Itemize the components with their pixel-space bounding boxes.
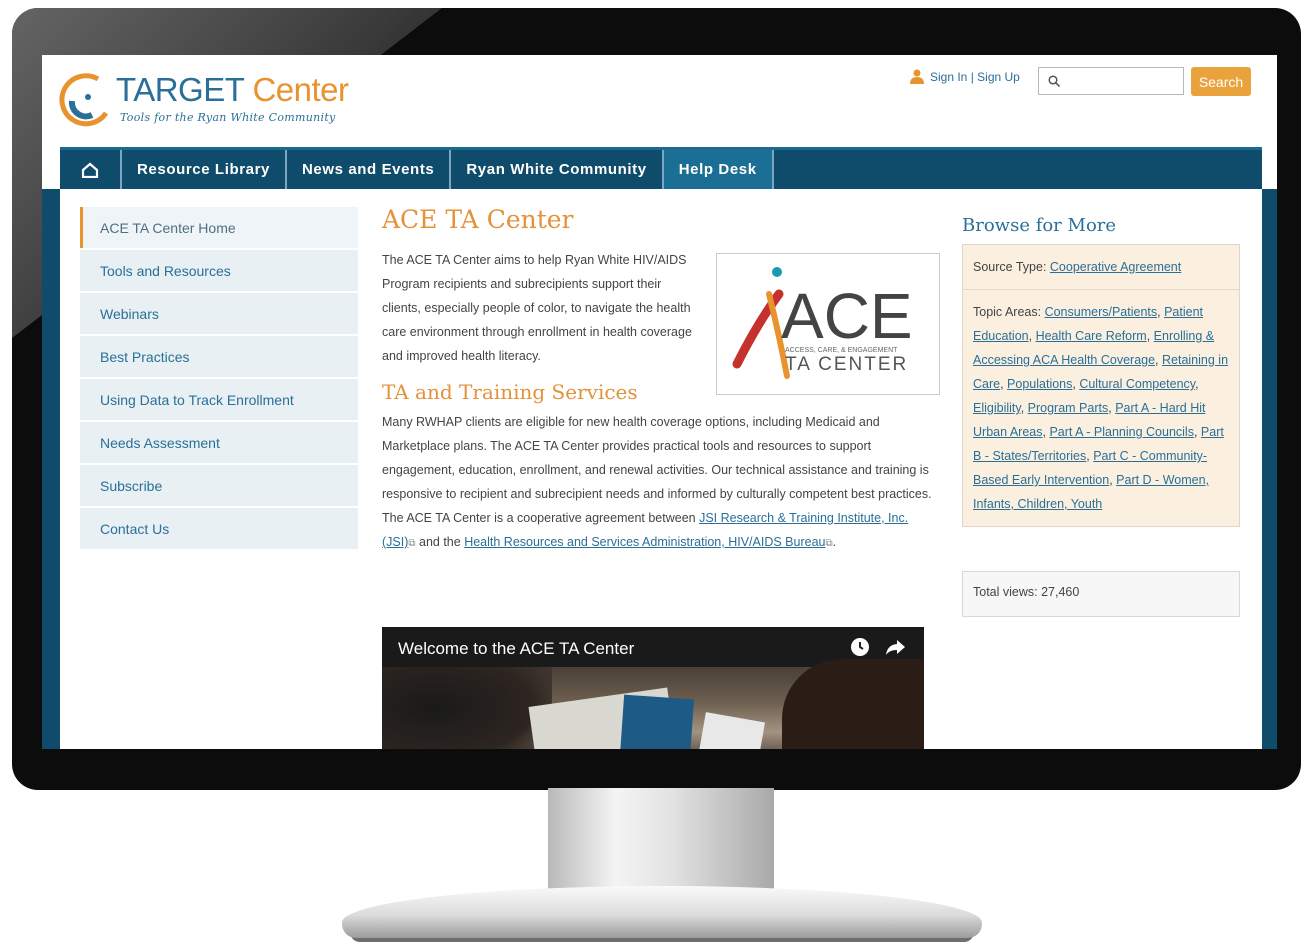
body-text-part3: . <box>832 535 837 549</box>
site-header: TARGET Center Tools for the Ryan White C… <box>42 55 1277 147</box>
sidebar-item-using-data[interactable]: Using Data to Track Enrollment <box>80 379 358 420</box>
search-button[interactable]: Search <box>1191 67 1251 96</box>
logo-title-target: TARGET <box>116 71 244 108</box>
browse-box: Source Type: Cooperative Agreement Topic… <box>962 244 1240 527</box>
monitor-frame: TARGET Center Tools for the Ryan White C… <box>12 8 1301 790</box>
topic-areas-row: Topic Areas: Consumers/Patients, Patient… <box>963 289 1239 526</box>
ace-logo-image: ACE ACCESS, CARE, & ENGAGEMENT TA CENTER <box>732 267 913 379</box>
source-type-link[interactable]: Cooperative Agreement <box>1050 260 1181 274</box>
nav-resource-library[interactable]: Resource Library <box>122 150 287 189</box>
ace-logo-wordmark: ACE <box>781 280 913 352</box>
search-field[interactable] <box>1038 67 1184 95</box>
ace-ta-center-logo: ACE ACCESS, CARE, & ENGAGEMENT TA CENTER <box>716 253 940 395</box>
sidebar-item-ace-home[interactable]: ACE TA Center Home <box>80 207 358 248</box>
page-title: ACE TA Center <box>382 205 574 234</box>
body-text-part1: Many RWHAP clients are eligible for new … <box>382 415 932 525</box>
sidebar-item-needs-assessment[interactable]: Needs Assessment <box>80 422 358 463</box>
target-logo-icon <box>59 73 109 127</box>
sidebar-item-tools[interactable]: Tools and Resources <box>80 250 358 291</box>
right-frame-bar <box>1262 189 1277 749</box>
sidebar-item-webinars[interactable]: Webinars <box>80 293 358 334</box>
target-center-logo[interactable]: TARGET Center Tools for the Ryan White C… <box>58 67 378 133</box>
intro-paragraph: The ACE TA Center aims to help Ryan Whit… <box>382 253 692 363</box>
welcome-video-player[interactable]: Welcome to the ACE TA Center <box>382 627 924 749</box>
user-icon <box>910 69 924 84</box>
topic-link[interactable]: Cultural Competency <box>1079 377 1195 391</box>
logo-tagline: Tools for the Ryan White Community <box>120 111 336 124</box>
external-link-icon: ⧉ <box>408 538 416 549</box>
topic-link[interactable]: Populations <box>1007 377 1072 391</box>
nav-news-and-events[interactable]: News and Events <box>287 150 452 189</box>
main-content: ACE TA Center The ACE TA Center aims to … <box>382 205 942 749</box>
logo-title-center: Center <box>252 71 349 108</box>
topic-link[interactable]: Health Care Reform <box>1036 329 1147 343</box>
ta-training-paragraph: Many RWHAP clients are eligible for new … <box>382 410 942 556</box>
video-person-right <box>782 659 924 749</box>
ace-logo-ta-center: TA CENTER <box>785 354 908 375</box>
nav-home[interactable] <box>60 150 122 189</box>
share-icon[interactable] <box>884 637 906 657</box>
browser-screen: TARGET Center Tools for the Ryan White C… <box>42 55 1277 749</box>
hrsa-link[interactable]: Health Resources and Services Administra… <box>464 535 825 549</box>
body-text-part2: and the <box>415 535 465 549</box>
nav-help-desk[interactable]: Help Desk <box>663 150 774 189</box>
signin-link[interactable]: Sign In | Sign Up <box>910 69 1020 84</box>
video-person-left <box>382 667 552 749</box>
nav-ryan-white-community[interactable]: Ryan White Community <box>451 150 664 189</box>
external-link-icon: ⧉ <box>825 538 833 549</box>
total-views: Total views: 27,460 <box>962 571 1240 617</box>
logo-title: TARGET Center <box>116 71 349 109</box>
browse-title: Browse for More <box>962 215 1117 236</box>
sidebar-menu: ACE TA Center Home Tools and Resources W… <box>80 207 358 551</box>
source-type-label: Source Type: <box>973 260 1050 274</box>
search-icon <box>1048 75 1060 87</box>
video-controls <box>850 637 906 657</box>
ace-logo-subtitle: ACCESS, CARE, & ENGAGEMENT <box>785 347 898 354</box>
main-nav: Resource Library News and Events Ryan Wh… <box>60 147 1262 189</box>
signin-label[interactable]: Sign In | Sign Up <box>930 70 1020 84</box>
topic-link[interactable]: Part A - Planning Councils <box>1049 425 1194 439</box>
home-icon <box>81 162 99 178</box>
sidebar-item-subscribe[interactable]: Subscribe <box>80 465 358 506</box>
sidebar-item-contact[interactable]: Contact Us <box>80 508 358 549</box>
source-type-row: Source Type: Cooperative Agreement <box>963 245 1239 289</box>
monitor-stand-base <box>342 886 982 938</box>
topic-link[interactable]: Eligibility <box>973 401 1021 415</box>
sidebar-item-best-practices[interactable]: Best Practices <box>80 336 358 377</box>
topic-link[interactable]: Program Parts <box>1028 401 1109 415</box>
video-paper <box>619 694 695 749</box>
left-frame-bar <box>42 189 60 749</box>
monitor-stand-neck <box>548 788 774 900</box>
video-title[interactable]: Welcome to the ACE TA Center <box>398 639 634 659</box>
watch-later-icon[interactable] <box>850 637 870 657</box>
topic-link[interactable]: Consumers/Patients <box>1045 305 1158 319</box>
browse-for-more: Browse for More Source Type: Cooperative… <box>962 215 1242 527</box>
topic-areas-label: Topic Areas: <box>973 305 1045 319</box>
search-input[interactable] <box>1067 68 1183 94</box>
